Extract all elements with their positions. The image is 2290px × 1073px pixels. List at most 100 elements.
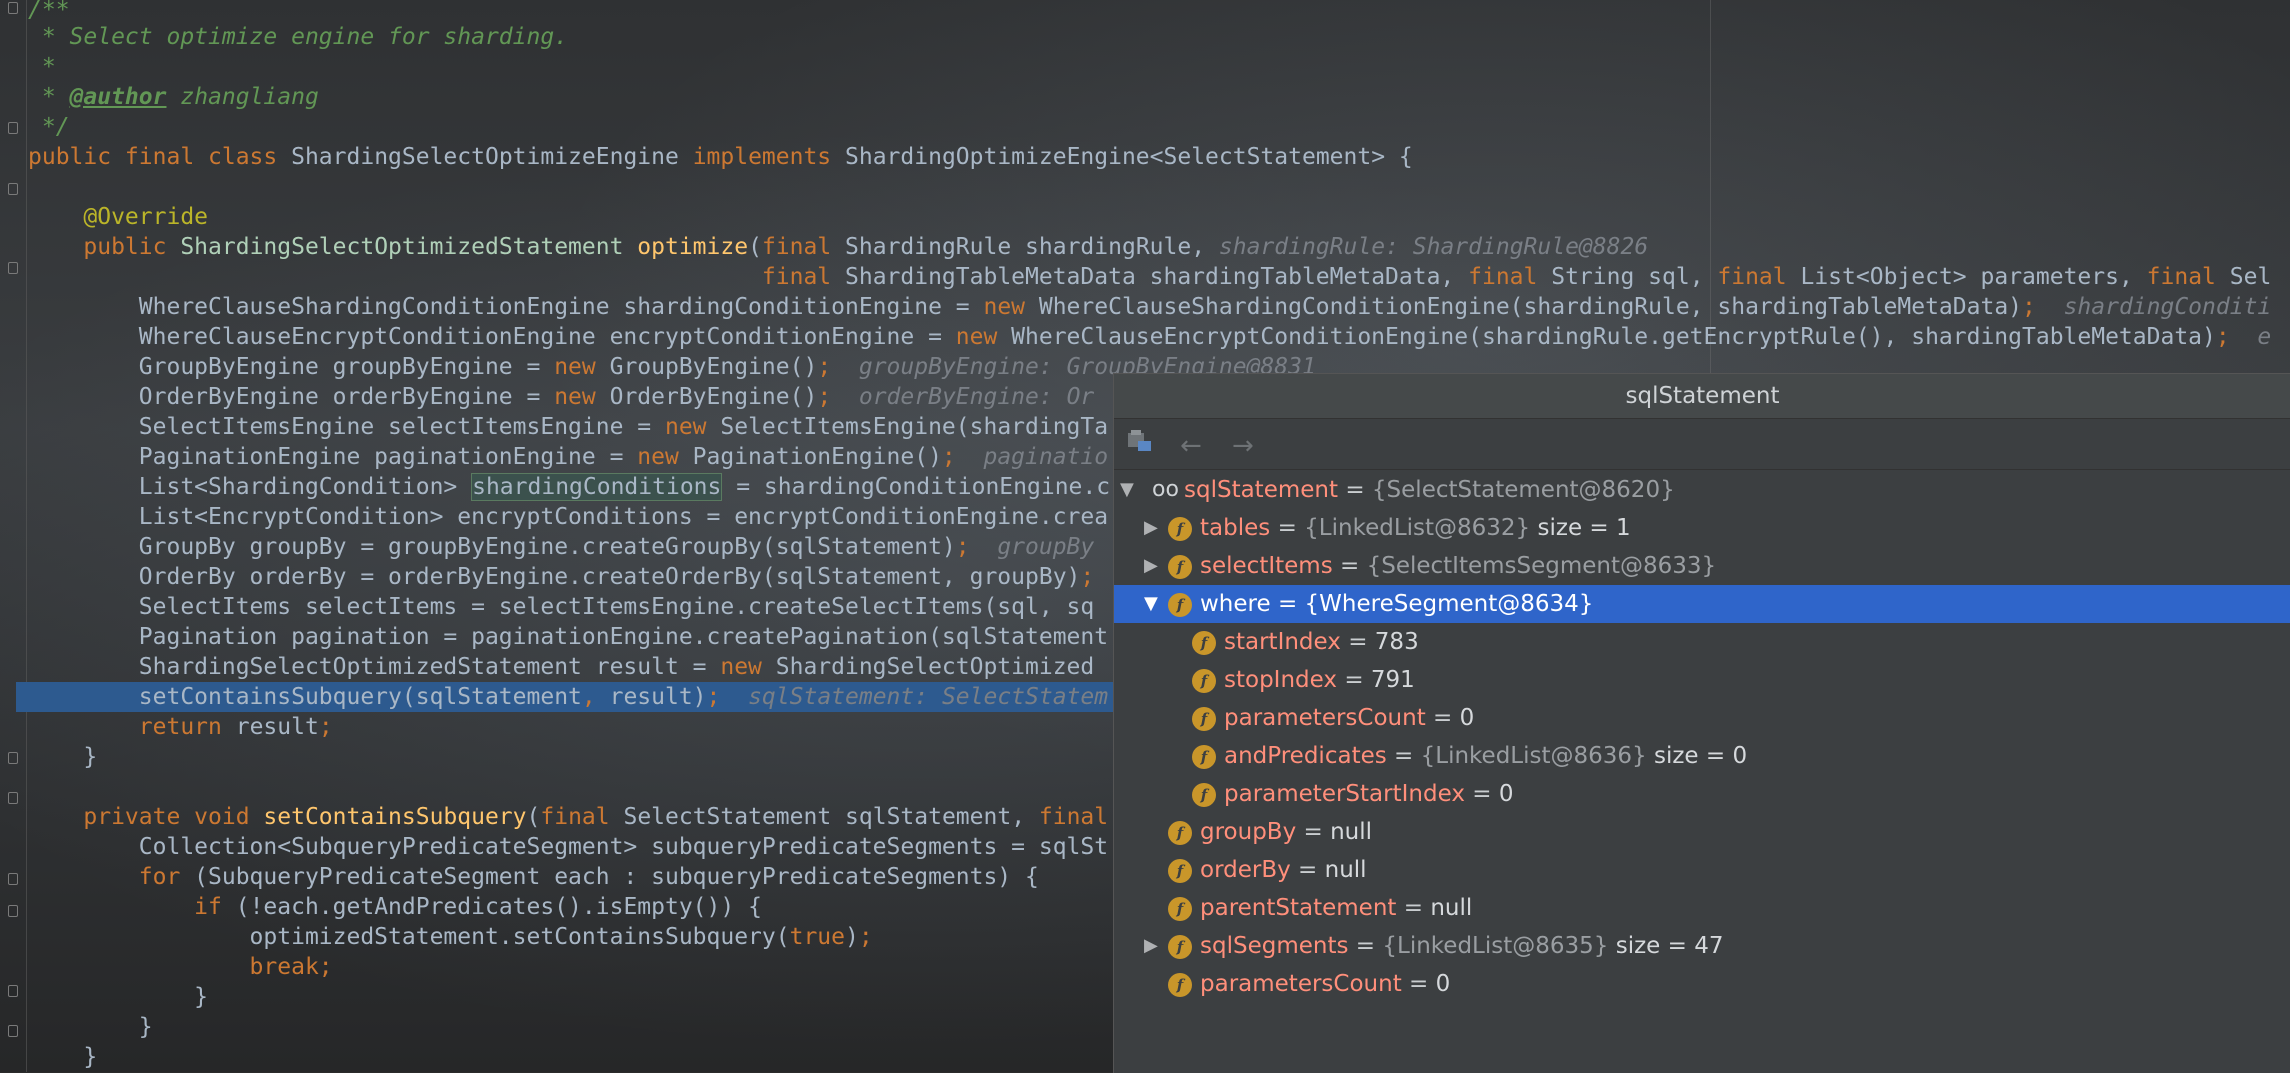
equals-sign: = [1394,743,1414,769]
expanded-arrow-icon[interactable]: ▼ [1144,585,1158,623]
equals-sign: = [1303,819,1323,845]
equals-sign: = [1277,515,1297,541]
popup-title[interactable]: sqlStatement [1114,374,2290,419]
field-icon: f [1168,821,1192,845]
code-line: List<ShardingCondition> shardingConditio… [28,473,1111,501]
code-line-class-decl: public final class ShardingSelectOptimiz… [28,144,1413,170]
popup-toolbar: ← → [1114,419,2290,470]
field-value: 791 [1370,667,1415,693]
code-line: WhereClauseEncryptConditionEngine encryp… [28,324,2272,350]
code-line: SelectItemsEngine selectItemsEngine = ne… [28,414,1109,440]
tree-node-parameterStartIndex[interactable]: f parameterStartIndex = 0 [1114,775,2290,813]
field-value: 0 [1459,705,1475,731]
field-icon: f [1168,935,1192,959]
tree-node-where[interactable]: ▼ f where = {WhereSegment@8634} [1114,585,2290,623]
field-size: size = 0 [1653,743,1748,769]
code-line: * Select optimize engine for sharding. [28,24,569,50]
field-name: groupBy [1200,819,1297,845]
tree-node-tables[interactable]: ▶ f tables = {LinkedList@8632} size = 1 [1114,509,2290,547]
equals-sign: = [1472,781,1492,807]
code-line: WhereClauseShardingConditionEngine shard… [28,294,2272,320]
field-value: {LinkedList@8635} [1382,933,1609,959]
fold-marker[interactable] [8,183,18,195]
tree-root-sqlStatement[interactable]: ▼ oo sqlStatement = {SelectStatement@862… [1114,471,2290,509]
code-line: } [28,1014,153,1040]
code-line: List<EncryptCondition> encryptConditions… [28,504,1109,530]
tree-node-andPredicates[interactable]: f andPredicates = {LinkedList@8636} size … [1114,737,2290,775]
field-icon: f [1168,555,1192,579]
code-line: */ [28,114,70,140]
code-line: optimizedStatement.setContainsSubquery(t… [28,924,873,950]
field-icon: f [1168,859,1192,883]
fold-marker[interactable] [8,873,18,885]
equals-sign: = [1403,895,1424,921]
fold-marker[interactable] [8,1025,18,1037]
fold-marker[interactable] [8,2,18,14]
code-line-current: setContainsSubquery(sqlStatement, result… [28,684,1109,710]
fold-marker[interactable] [8,752,18,764]
field-value: null [1330,819,1373,845]
tree-node-startIndex[interactable]: f startIndex = 783 [1114,623,2290,661]
tree-node-parametersCount[interactable]: f parametersCount = 0 [1114,965,2290,1003]
field-name: parentStatement [1200,895,1397,921]
field-name: parameterStartIndex [1224,781,1465,807]
field-name: andPredicates [1224,743,1387,769]
code-line: ShardingSelectOptimizedStatement result … [28,654,1095,680]
field-size: size = 1 [1537,515,1631,541]
code-line: Pagination pagination = paginationEngine… [28,624,1109,650]
field-value: 0 [1498,781,1514,807]
expanded-arrow-icon[interactable]: ▼ [1120,471,1134,509]
field-icon: f [1168,517,1192,541]
field-name: orderBy [1200,857,1291,883]
field-name: selectItems [1200,553,1333,579]
tree-node-groupBy[interactable]: f groupBy = null [1114,813,2290,851]
equals-sign: = [1340,553,1360,579]
field-icon: f [1168,593,1192,617]
variable-inspector-popup[interactable]: sqlStatement ← → ▼ oo sqlStatement = {Se… [1113,373,2290,1073]
code-line: private void setContainsSubquery(final S… [83,804,1109,830]
code-line: SelectItems selectItems = selectItemsEng… [28,594,1095,620]
field-icon: f [1192,669,1216,693]
tree-node-orderBy[interactable]: f orderBy = null [1114,851,2290,889]
field-value: {WhereSegment@8634} [1304,591,1594,617]
field-name: sqlSegments [1200,933,1349,959]
code-line: OrderBy orderBy = orderByEngine.createOr… [28,564,1095,590]
back-arrow-icon[interactable]: ← [1180,431,1202,461]
field-icon: f [1168,897,1192,921]
field-value: 783 [1374,629,1419,655]
equals-sign: = [1344,667,1364,693]
debug-inline-hint: groupBy [997,534,1095,560]
field-name: parametersCount [1200,971,1402,997]
collapsed-arrow-icon[interactable]: ▶ [1144,927,1158,965]
code-line: GroupBy groupBy = groupByEngine.createGr… [28,534,1095,560]
field-icon: f [1168,973,1192,997]
debug-inline-hint: sqlStatement: SelectStatem [748,684,1109,710]
fold-marker[interactable] [8,985,18,997]
equals-sign: = [1433,705,1453,731]
field-value: null [1430,895,1473,921]
fold-marker[interactable] [8,122,18,134]
code-line: Collection<SubqueryPredicateSegment> sub… [28,834,1109,860]
tree-node-sqlSegments[interactable]: ▶ f sqlSegments = {LinkedList@8635} size =… [1114,927,2290,965]
debug-inline-hint: shardingRule: ShardingRule@8826 [1218,234,1649,260]
equals-sign: = [1348,629,1368,655]
field-icon: f [1192,707,1216,731]
debug-inline-hint: paginatio [983,444,1109,470]
tree-node-parametersCount[interactable]: f parametersCount = 0 [1114,699,2290,737]
fold-marker[interactable] [8,792,18,804]
collapsed-arrow-icon[interactable]: ▶ [1144,547,1158,585]
forward-arrow-icon[interactable]: → [1232,431,1254,461]
code-line: final ShardingTableMetaData shardingTabl… [761,264,2272,290]
code-line-optimize: public ShardingSelectOptimizedStatement … [83,234,1649,260]
pin-to-watches-icon[interactable] [1127,429,1153,453]
field-value: null [1324,857,1367,883]
fold-marker[interactable] [8,905,18,917]
collapsed-arrow-icon[interactable]: ▶ [1144,509,1158,547]
code-line: } [28,1044,98,1070]
tree-node-selectItems[interactable]: ▶ f selectItems = {SelectItemsSegment@8633… [1114,547,2290,585]
fold-marker[interactable] [8,262,18,274]
tree-node-stopIndex[interactable]: f stopIndex = 791 [1114,661,2290,699]
code-line: OrderByEngine orderByEngine = new OrderB… [28,384,1095,410]
code-line: @Override [28,204,209,230]
tree-node-parentStatement[interactable]: f parentStatement = null [1114,889,2290,927]
